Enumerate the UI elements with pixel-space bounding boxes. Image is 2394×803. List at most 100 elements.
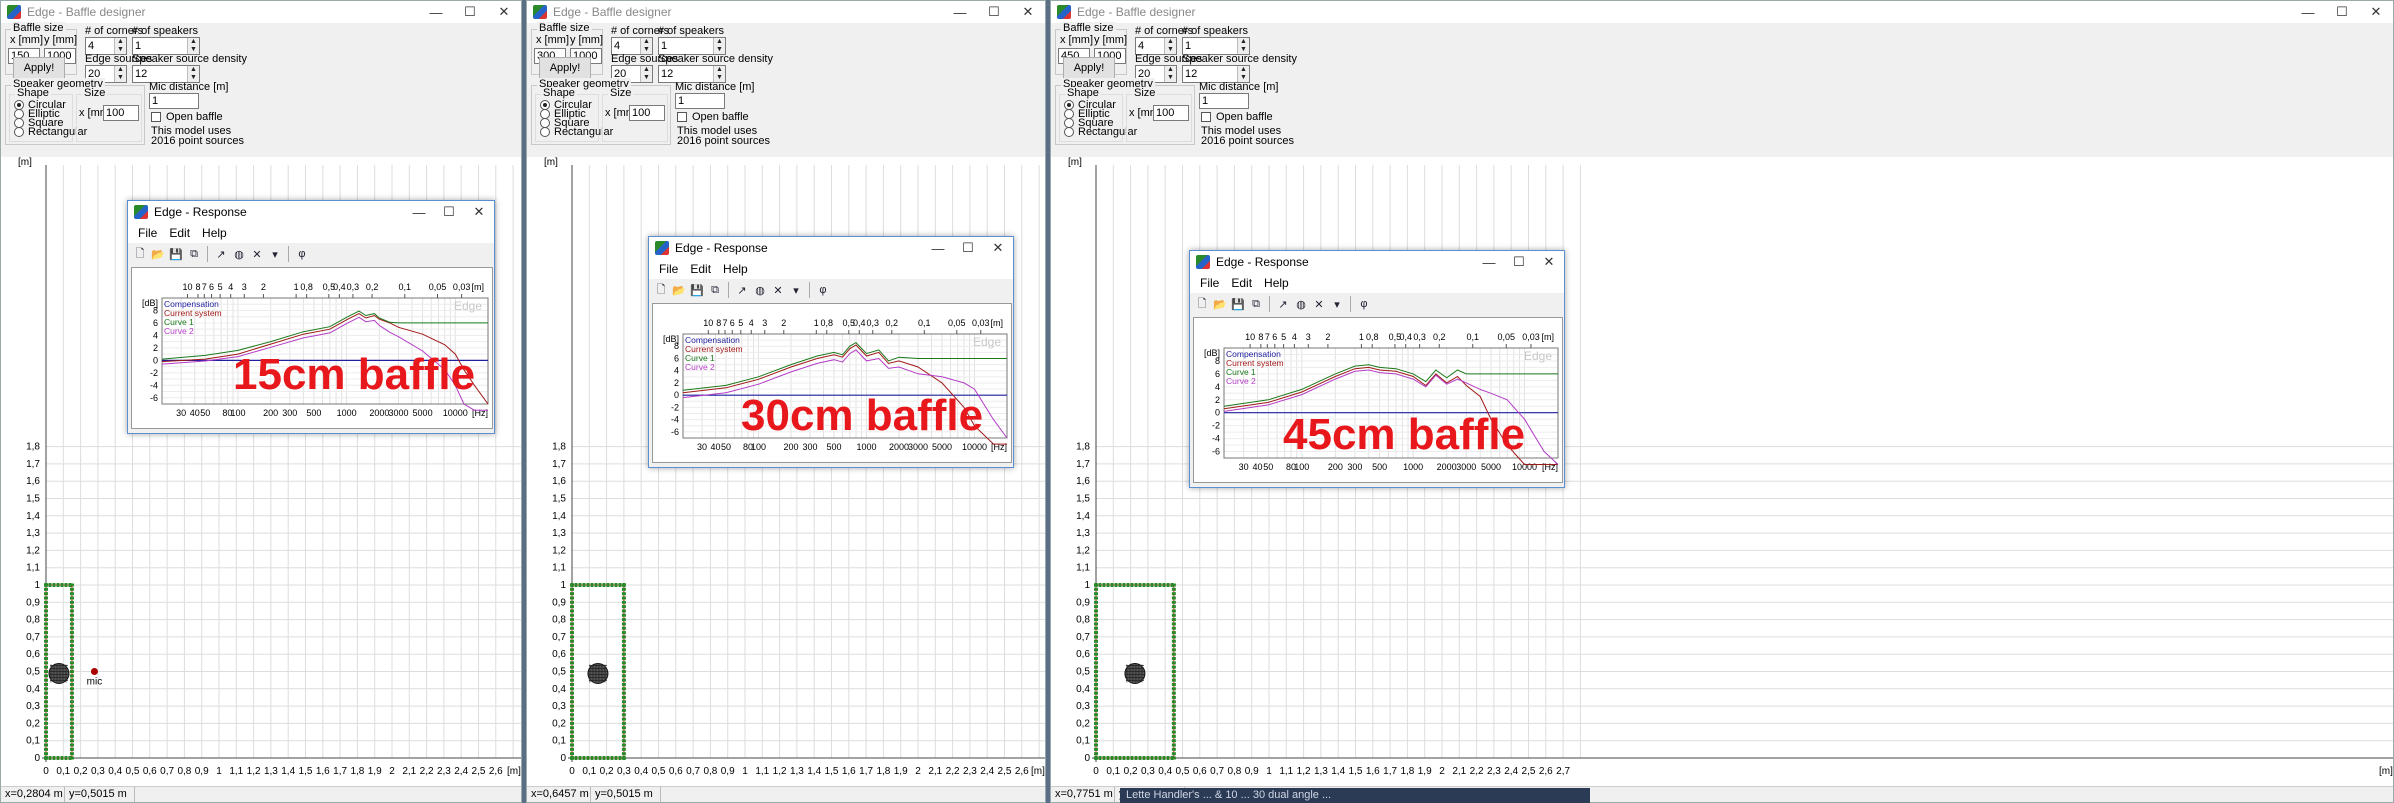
edge-source-marker — [570, 708, 574, 712]
globe-icon[interactable]: ◍ — [752, 282, 768, 298]
speaker-density-label: Speaker source density — [658, 53, 773, 65]
maximize-button[interactable]: ☐ — [2325, 1, 2359, 23]
copy-icon[interactable]: ⧉ — [707, 282, 723, 298]
menu-help[interactable]: Help — [717, 262, 754, 276]
response-title-bar[interactable]: Edge - Response — ☐ ✕ — [649, 237, 1013, 259]
wavelength-tick-label: 0,05 — [1497, 332, 1515, 342]
phase-icon[interactable]: φ — [294, 246, 310, 262]
new-file-icon[interactable]: 🗋 — [1194, 296, 1210, 312]
edge-source-marker — [44, 622, 48, 626]
title-bar[interactable]: Edge - Baffle designer — ☐ ✕ — [1051, 1, 2393, 23]
menu-edit[interactable]: Edit — [163, 226, 196, 240]
globe-icon[interactable]: ◍ — [231, 246, 247, 262]
line-tool-icon[interactable]: ↗ — [1275, 296, 1291, 312]
delete-icon[interactable]: ✕ — [1311, 296, 1327, 312]
line-tool-icon[interactable]: ↗ — [213, 246, 229, 262]
phase-icon[interactable]: φ — [1356, 296, 1372, 312]
spin-arrows-icon[interactable]: ▲ ▼ — [187, 66, 199, 82]
line-tool-icon[interactable]: ↗ — [734, 282, 750, 298]
maximize-button[interactable]: ☐ — [953, 237, 983, 259]
phase-icon[interactable]: φ — [815, 282, 831, 298]
copy-icon[interactable]: ⧉ — [186, 246, 202, 262]
spin-arrows-icon[interactable]: ▲ ▼ — [114, 66, 126, 82]
open-folder-icon[interactable]: 📂 — [1212, 296, 1228, 312]
minimize-button[interactable]: — — [404, 201, 434, 223]
apply-button[interactable]: Apply! — [13, 57, 65, 79]
copy-icon[interactable]: ⧉ — [1248, 296, 1264, 312]
menu-help[interactable]: Help — [1258, 276, 1295, 290]
title-bar[interactable]: Edge - Baffle designer — ☐ ✕ — [527, 1, 1045, 23]
response-title-bar[interactable]: Edge - Response — ☐ ✕ — [128, 201, 494, 223]
menu-edit[interactable]: Edit — [1225, 276, 1258, 290]
spin-arrows-icon[interactable]: ▲ ▼ — [1164, 38, 1176, 54]
spin-arrows-icon[interactable]: ▲ ▼ — [640, 38, 652, 54]
edge-source-marker — [1171, 622, 1176, 626]
response-plot[interactable]: 8 6 4 2 0 -2 -4 -6 [dB] 30 40 50 80 100 200 300 500 1000 2… — [131, 267, 493, 429]
maximize-button[interactable]: ☐ — [1504, 251, 1534, 273]
spin-arrows-icon[interactable]: ▲ ▼ — [1237, 66, 1249, 82]
close-button[interactable]: ✕ — [2359, 1, 2393, 23]
close-button[interactable]: ✕ — [1534, 251, 1564, 273]
edge-source-marker — [69, 739, 74, 743]
maximize-button[interactable]: ☐ — [977, 1, 1011, 23]
menu-edit[interactable]: Edit — [684, 262, 717, 276]
save-icon[interactable]: 💾 — [1230, 296, 1246, 312]
minimize-button[interactable]: — — [1474, 251, 1504, 273]
spin-arrows-icon[interactable]: ▲ ▼ — [187, 38, 199, 54]
open-baffle-checkbox[interactable]: Open baffle — [1201, 111, 1273, 123]
minimize-button[interactable]: — — [419, 1, 453, 23]
new-file-icon[interactable]: 🗋 — [653, 282, 669, 298]
maximize-button[interactable]: ☐ — [453, 1, 487, 23]
save-icon[interactable]: 💾 — [168, 246, 184, 262]
delete-icon[interactable]: ✕ — [770, 282, 786, 298]
size-x-input[interactable]: 100 — [629, 105, 665, 121]
mic-marker[interactable] — [90, 668, 98, 675]
delete-icon[interactable]: ✕ — [249, 246, 265, 262]
dropdown-icon[interactable]: ▾ — [788, 282, 804, 298]
close-button[interactable]: ✕ — [983, 237, 1013, 259]
menu-file[interactable]: File — [1194, 276, 1225, 290]
maximize-button[interactable]: ☐ — [434, 201, 464, 223]
apply-button[interactable]: Apply! — [539, 57, 591, 79]
menu-help[interactable]: Help — [196, 226, 233, 240]
open-baffle-checkbox[interactable]: Open baffle — [151, 111, 223, 123]
y-tick-label: 0,1 — [552, 736, 566, 747]
mic-distance-input[interactable]: 1 — [675, 93, 725, 109]
spin-arrows-icon[interactable]: ▲ ▼ — [713, 66, 725, 82]
edge-source-marker — [1118, 756, 1122, 760]
save-icon[interactable]: 💾 — [689, 282, 705, 298]
menu-file[interactable]: File — [653, 262, 684, 276]
apply-button[interactable]: Apply! — [1063, 57, 1115, 79]
globe-icon[interactable]: ◍ — [1293, 296, 1309, 312]
close-button[interactable]: ✕ — [1011, 1, 1045, 23]
toolbar: 🗋 📂 💾 ⧉ ↗ ◍ ✕ ▾ φ — [128, 243, 494, 265]
minimize-button[interactable]: — — [2291, 1, 2325, 23]
spin-arrows-icon[interactable]: ▲ ▼ — [640, 66, 652, 82]
minimize-button[interactable]: — — [943, 1, 977, 23]
minimize-button[interactable]: — — [923, 237, 953, 259]
spin-arrows-icon[interactable]: ▲ ▼ — [1164, 66, 1176, 82]
title-bar[interactable]: Edge - Baffle designer — ☐ ✕ — [1, 1, 521, 23]
close-button[interactable]: ✕ — [464, 201, 494, 223]
response-title-bar[interactable]: Edge - Response — ☐ ✕ — [1190, 251, 1564, 273]
menu-file[interactable]: File — [132, 226, 163, 240]
dropdown-icon[interactable]: ▾ — [1329, 296, 1345, 312]
spin-arrows-icon[interactable]: ▲ ▼ — [1237, 38, 1249, 54]
window-controls: — ☐ ✕ — [923, 237, 1013, 259]
size-x-input[interactable]: 100 — [103, 105, 139, 121]
edge-source-marker — [44, 600, 48, 604]
open-folder-icon[interactable]: 📂 — [150, 246, 166, 262]
mic-distance-input[interactable]: 1 — [1199, 93, 1249, 109]
edge-source-marker — [570, 704, 574, 708]
wavelength-tick-label: 8 — [716, 318, 721, 328]
open-baffle-checkbox[interactable]: Open baffle — [677, 111, 749, 123]
mic-distance-input[interactable]: 1 — [149, 93, 199, 109]
spin-arrows-icon[interactable]: ▲ ▼ — [114, 38, 126, 54]
spin-arrows-icon[interactable]: ▲ ▼ — [713, 38, 725, 54]
edge-source-marker — [621, 726, 626, 730]
dropdown-icon[interactable]: ▾ — [267, 246, 283, 262]
close-button[interactable]: ✕ — [487, 1, 521, 23]
size-x-input[interactable]: 100 — [1153, 105, 1189, 121]
open-folder-icon[interactable]: 📂 — [671, 282, 687, 298]
new-file-icon[interactable]: 🗋 — [132, 246, 148, 262]
